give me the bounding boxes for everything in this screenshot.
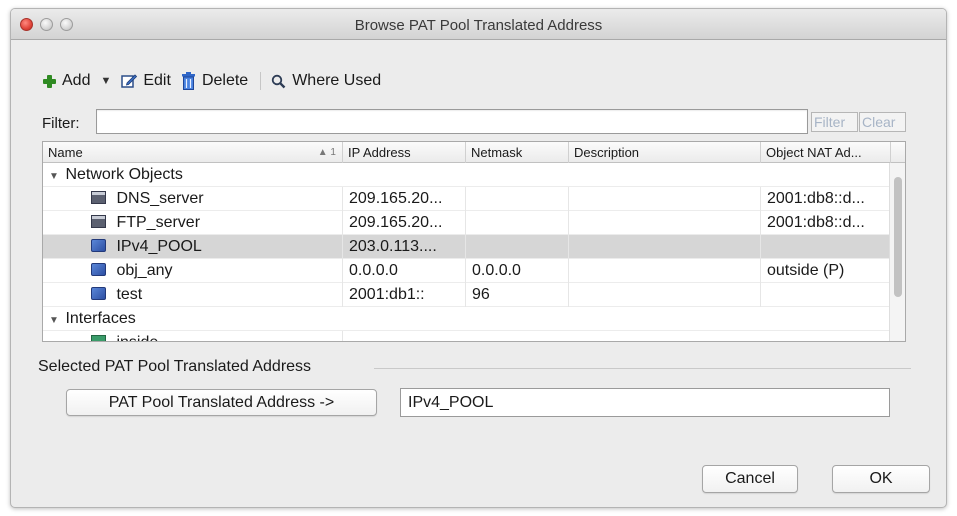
objects-table: Name ▲ 1 IP Address Netmask Description …	[42, 141, 906, 342]
filter-input[interactable]	[96, 109, 808, 134]
column-header-name[interactable]: Name ▲ 1	[43, 142, 343, 163]
selected-section-label: Selected PAT Pool Translated Address	[38, 358, 312, 375]
toolbar-divider	[260, 72, 262, 90]
delete-label: Delete	[201, 72, 249, 89]
expand-triangle-icon[interactable]: ▼	[49, 309, 61, 331]
plus-icon	[42, 74, 56, 88]
title-bar: Browse PAT Pool Translated Address	[11, 9, 946, 40]
table-row[interactable]: FTP_server 209.165.20... 2001:db8::d...	[43, 211, 905, 235]
edit-label: Edit	[143, 72, 171, 89]
server-icon	[91, 191, 106, 204]
column-header-object-nat[interactable]: Object NAT Ad...	[761, 142, 891, 163]
column-header-netmask[interactable]: Netmask	[466, 142, 569, 163]
ok-button[interactable]: OK	[832, 465, 930, 493]
table-row[interactable]: obj_any 0.0.0.0 0.0.0.0 outside (P)	[43, 259, 905, 283]
group-row-network-objects[interactable]: ▼ Network Objects	[43, 163, 905, 187]
vertical-scrollbar[interactable]	[889, 163, 905, 341]
where-used-button[interactable]: Where Used	[271, 72, 381, 90]
filter-label: Filter:	[42, 115, 80, 132]
scrollbar-thumb[interactable]	[894, 177, 902, 297]
selected-pat-pool-field[interactable]: IPv4_POOL	[400, 388, 890, 417]
clear-button[interactable]: Clear	[859, 112, 906, 132]
window-title: Browse PAT Pool Translated Address	[354, 17, 603, 34]
table-row-selected[interactable]: IPv4_POOL 203.0.113....	[43, 235, 905, 259]
trash-icon	[181, 72, 195, 90]
column-header-description[interactable]: Description	[569, 142, 761, 163]
group-row-interfaces[interactable]: ▼ Interfaces	[43, 307, 905, 331]
section-divider	[374, 368, 911, 369]
group-label: Interfaces	[65, 310, 136, 327]
interface-icon	[91, 335, 106, 341]
delete-button[interactable]: Delete	[181, 72, 248, 90]
column-header-ip[interactable]: IP Address	[343, 142, 466, 163]
toolbar: Add ▼ Edit Delete Where Used	[42, 69, 391, 93]
edit-icon	[121, 74, 138, 88]
add-label: Add	[62, 72, 91, 89]
pat-pool-translated-address-button[interactable]: PAT Pool Translated Address ->	[66, 389, 377, 416]
server-icon	[91, 215, 106, 228]
group-label: Network Objects	[65, 166, 183, 183]
cancel-button[interactable]: Cancel	[702, 465, 798, 493]
network-object-icon	[91, 287, 106, 300]
expand-triangle-icon[interactable]: ▼	[49, 165, 61, 187]
table-row[interactable]: inside	[43, 331, 905, 341]
sort-ascending-icon: ▲ 1	[317, 147, 336, 158]
network-object-icon	[91, 263, 106, 276]
add-button[interactable]: Add ▼	[42, 72, 111, 90]
filter-button[interactable]: Filter	[811, 112, 858, 132]
chevron-down-icon[interactable]: ▼	[100, 75, 111, 87]
table-row[interactable]: test 2001:db1:: 96	[43, 283, 905, 307]
table-row[interactable]: DNS_server 209.165.20... 2001:db8::d...	[43, 187, 905, 211]
network-object-icon	[91, 239, 106, 252]
table-header: Name ▲ 1 IP Address Netmask Description …	[43, 142, 905, 163]
edit-button[interactable]: Edit	[121, 72, 171, 90]
search-icon	[271, 74, 286, 88]
where-used-label: Where Used	[292, 72, 382, 89]
